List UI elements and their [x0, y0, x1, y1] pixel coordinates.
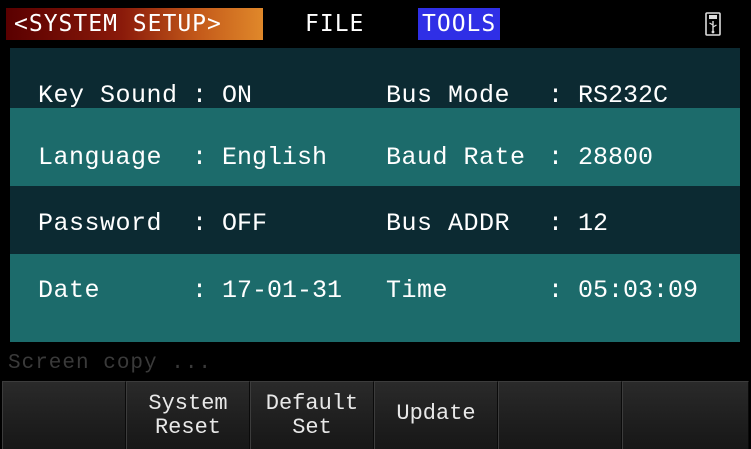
date-label: Date: [38, 276, 101, 305]
softkey-6[interactable]: [622, 381, 749, 449]
menu-file[interactable]: FILE: [305, 8, 364, 40]
default-set-line1: Default: [265, 391, 359, 416]
bus-addr-value[interactable]: : 12: [548, 207, 608, 241]
language-label: Language: [38, 143, 163, 172]
baud-rate-value[interactable]: : 28800: [548, 141, 653, 175]
status-message: Screen copy ...: [8, 352, 213, 375]
time-value[interactable]: : 05:03:09: [548, 274, 698, 308]
system-reset-line2: Reset: [154, 415, 221, 440]
default-set-button[interactable]: Default Set: [250, 381, 374, 449]
key-sound-label: Key Sound: [38, 81, 178, 110]
bus-mode-label: Bus Mode: [386, 81, 511, 110]
usb-icon: [705, 12, 721, 36]
top-menu-bar: <SYSTEM SETUP> FILE TOOLS: [0, 0, 751, 44]
bus-addr-label: Bus ADDR: [386, 209, 511, 238]
system-reset-button[interactable]: System Reset: [126, 381, 250, 449]
bus-mode-value[interactable]: : RS232C: [548, 79, 668, 113]
key-sound-value[interactable]: : ON: [192, 79, 252, 113]
softkey-5[interactable]: [498, 381, 622, 449]
baud-rate-label: Baud Rate: [386, 143, 526, 172]
page-title: <SYSTEM SETUP>: [6, 8, 263, 40]
menu-tools[interactable]: TOOLS: [418, 8, 501, 40]
default-set-line2: Set: [292, 415, 332, 440]
softkey-bar: System Reset Default Set Update: [0, 381, 751, 449]
password-label: Password: [38, 209, 163, 238]
update-button[interactable]: Update: [374, 381, 498, 449]
password-value[interactable]: : OFF: [192, 207, 267, 241]
date-value[interactable]: : 17-01-31: [192, 274, 342, 308]
language-value[interactable]: : English: [192, 141, 327, 175]
softkey-1[interactable]: [2, 381, 126, 449]
time-label: Time: [386, 276, 449, 305]
update-label: Update: [396, 401, 476, 426]
system-setup-screen: <SYSTEM SETUP> FILE TOOLS Key Sound : ON…: [0, 0, 751, 449]
system-reset-line1: System: [148, 391, 228, 416]
